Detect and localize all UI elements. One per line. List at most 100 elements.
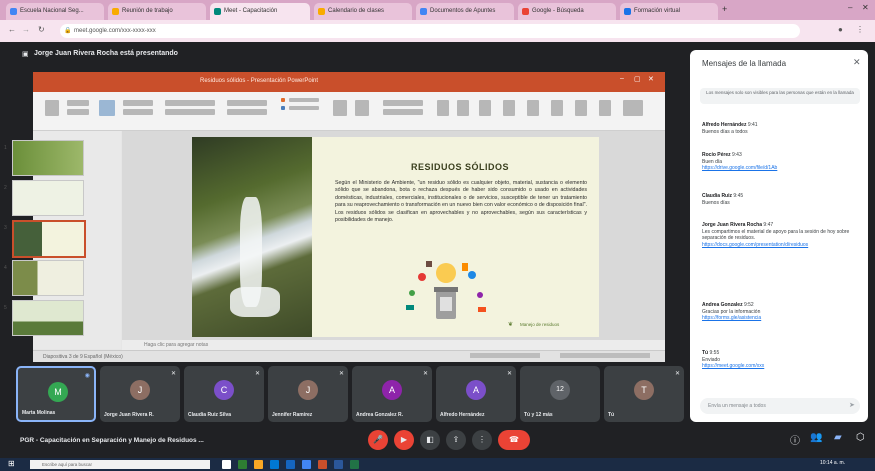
- profile-icon[interactable]: ●: [838, 25, 843, 34]
- ribbon-button[interactable]: [623, 100, 643, 116]
- ribbon-button[interactable]: [289, 106, 319, 110]
- shape-icon[interactable]: [281, 98, 285, 102]
- slide-thumbnail[interactable]: [12, 260, 84, 296]
- mic-off-icon: ✕: [506, 371, 512, 377]
- new-slide-icon[interactable]: [99, 100, 115, 116]
- ribbon-button[interactable]: [289, 98, 319, 102]
- font-format-buttons[interactable]: [165, 109, 215, 115]
- reload-icon[interactable]: ↻: [38, 25, 45, 34]
- ppt-close-icon[interactable]: ✕: [648, 75, 654, 83]
- people-icon[interactable]: 👥: [810, 432, 822, 443]
- zoom-slider[interactable]: [560, 353, 650, 358]
- quick-styles-icon[interactable]: [355, 100, 369, 116]
- menu-icon[interactable]: ⋮: [856, 25, 864, 34]
- minimize-icon[interactable]: –: [848, 3, 852, 12]
- browser-tab[interactable]: Documentos de Apuntes: [416, 3, 514, 20]
- chat-link[interactable]: https://drive.google.com/file/d/1Ab: [702, 165, 777, 171]
- info-icon[interactable]: ⓘ: [790, 432, 800, 447]
- dictate-icon[interactable]: [479, 100, 491, 116]
- chat-text: Buen día: [702, 158, 723, 165]
- forward-icon[interactable]: →: [22, 25, 30, 34]
- browser-tab[interactable]: Escuela Nacional Seg...: [6, 3, 104, 20]
- word-icon[interactable]: [334, 460, 343, 469]
- chat-message: Andrea Gonzalez 9:52 Gracias por la info…: [702, 302, 862, 322]
- chat-input[interactable]: Envía un mensaje a todos: [700, 398, 860, 414]
- chat-link[interactable]: https://docs.google.com/presentation/d/r…: [702, 242, 808, 248]
- chat-icon[interactable]: ▰: [834, 432, 842, 443]
- view-buttons[interactable]: [470, 353, 540, 358]
- ribbon-button[interactable]: [527, 100, 539, 116]
- chat-link[interactable]: https://meet.google.com/xxx: [702, 363, 764, 369]
- ppt-maximize-icon[interactable]: ▢: [634, 75, 641, 83]
- paste-icon[interactable]: [45, 100, 59, 116]
- browser-tab[interactable]: Google - Búsqueda: [518, 3, 616, 20]
- browser-tab[interactable]: Reunión de trabajo: [108, 3, 206, 20]
- edge-icon[interactable]: [238, 460, 247, 469]
- close-window-icon[interactable]: ✕: [862, 3, 869, 12]
- participant-tile[interactable]: T Tú ✕: [604, 366, 684, 422]
- paragraph-buttons[interactable]: [227, 100, 267, 106]
- ribbon-button[interactable]: [123, 100, 153, 106]
- mail-icon[interactable]: [286, 460, 295, 469]
- slide-thumbnail[interactable]: [12, 300, 84, 336]
- excel-icon[interactable]: [350, 460, 359, 469]
- more-options-button[interactable]: ⋮: [472, 430, 492, 450]
- find-icon[interactable]: [437, 100, 449, 116]
- new-tab-icon[interactable]: +: [722, 4, 727, 14]
- arrange-icon[interactable]: [333, 100, 347, 116]
- slide-thumbnail[interactable]: [12, 180, 84, 216]
- participant-tile[interactable]: C Claudia Ruiz Silva ✕: [184, 366, 264, 422]
- ribbon-button[interactable]: [67, 100, 89, 106]
- ribbon-button[interactable]: [123, 109, 153, 115]
- ribbon-button[interactable]: [383, 100, 423, 106]
- avatar: M: [48, 382, 68, 402]
- url-input[interactable]: meet.google.com/xxx-xxxx-xxx: [60, 24, 800, 38]
- ppt-window-title: Residuos sólidos - Presentación PowerPoi…: [200, 78, 319, 84]
- notes-pane[interactable]: Haga clic para agregar notas: [122, 340, 665, 350]
- chat-text: Buenos días: [702, 199, 730, 206]
- activities-icon[interactable]: ⬡: [856, 432, 865, 443]
- chrome-icon[interactable]: [302, 460, 311, 469]
- participant-tile[interactable]: J Jennifer Ramírez ✕: [268, 366, 348, 422]
- present-button[interactable]: ⇪: [446, 430, 466, 450]
- participant-tile[interactable]: M Marta Molinas ◉: [16, 366, 96, 422]
- tab-label: Documentos de Apuntes: [430, 8, 496, 14]
- end-call-button[interactable]: ☎: [498, 430, 530, 450]
- task-view-icon[interactable]: [222, 460, 231, 469]
- participant-tile[interactable]: J Jorge Juan Rivera R. ✕: [100, 366, 180, 422]
- store-icon[interactable]: [270, 460, 279, 469]
- participant-tile[interactable]: 12 Tú y 12 más: [520, 366, 600, 422]
- replace-icon[interactable]: [457, 100, 469, 116]
- close-icon[interactable]: ✕: [853, 57, 861, 68]
- taskbar-search-input[interactable]: Escribe aquí para buscar: [30, 460, 210, 469]
- browser-tab[interactable]: Calendario de clases: [314, 3, 412, 20]
- ribbon-button[interactable]: [67, 109, 89, 115]
- ribbon-button[interactable]: [551, 100, 563, 116]
- ribbon-button[interactable]: [383, 109, 423, 115]
- ppt-minimize-icon[interactable]: –: [620, 75, 624, 82]
- ribbon-button[interactable]: [575, 100, 587, 116]
- ribbon-button[interactable]: [599, 100, 611, 116]
- powerpoint-icon[interactable]: [318, 460, 327, 469]
- paragraph-buttons[interactable]: [227, 109, 267, 115]
- participant-name: Claudia Ruiz Silva: [188, 412, 232, 418]
- mic-off-button[interactable]: 🎤: [368, 430, 388, 450]
- participant-tile[interactable]: A Andrea Gonzalez R. ✕: [352, 366, 432, 422]
- browser-tab-active[interactable]: Meet - Capacitación: [210, 3, 310, 20]
- send-icon[interactable]: ➤: [849, 401, 855, 409]
- participant-tile[interactable]: A Alfredo Hernández ✕: [436, 366, 516, 422]
- designer-icon[interactable]: [503, 100, 515, 116]
- slide-thumbnail[interactable]: [12, 140, 84, 176]
- back-icon[interactable]: ←: [8, 25, 16, 34]
- font-selector[interactable]: [165, 100, 215, 106]
- camera-off-button[interactable]: ▶: [394, 430, 414, 450]
- browser-tab[interactable]: Formación virtual: [620, 3, 718, 20]
- shape-icon[interactable]: [281, 106, 285, 110]
- chat-link[interactable]: https://forms.gle/asistencia: [702, 315, 761, 321]
- avatar: A: [382, 380, 402, 400]
- captions-button[interactable]: ◧: [420, 430, 440, 450]
- participant-name: Andrea Gonzalez R.: [356, 412, 403, 418]
- file-explorer-icon[interactable]: [254, 460, 263, 469]
- slide-thumbnail-selected[interactable]: [12, 220, 86, 258]
- windows-start-icon[interactable]: ⊞: [8, 459, 15, 468]
